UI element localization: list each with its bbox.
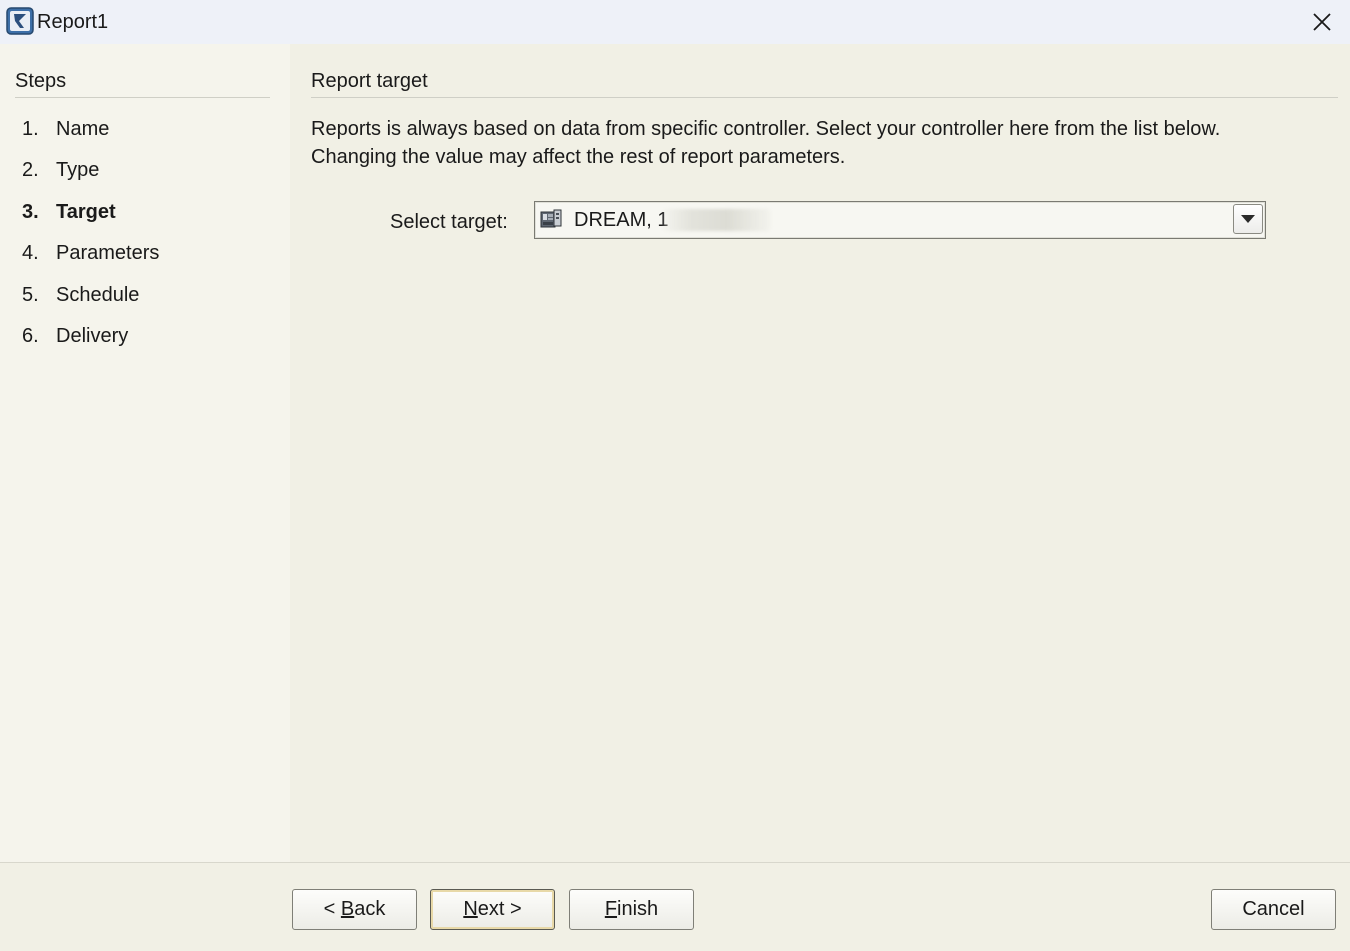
back-button[interactable]: < Back [292, 889, 417, 930]
close-icon [1313, 13, 1331, 31]
section-title: Report target [311, 70, 428, 92]
step-label: Type [56, 159, 100, 181]
description: Reports is always based on data from spe… [311, 115, 1311, 171]
finish-mnemonic: F [604, 898, 618, 920]
step-label: Target [56, 201, 116, 223]
app-icon [6, 7, 34, 35]
step-target: 3. Target [22, 198, 116, 226]
dropdown-button[interactable] [1233, 204, 1263, 234]
next-mnemonic: N [463, 898, 478, 920]
chevron-down-icon [1241, 215, 1255, 223]
target-select[interactable]: DREAM, 1 [534, 201, 1266, 239]
main-content: Report target Reports is always based on… [290, 44, 1350, 862]
step-label: Delivery [56, 325, 129, 347]
step-name: 1. Name [22, 115, 109, 143]
step-parameters: 4. Parameters [22, 239, 159, 267]
window-title: Report1 [37, 11, 109, 33]
back-prefix: < [323, 898, 341, 920]
next-button[interactable]: Next > [430, 889, 555, 930]
controller-icon [540, 209, 562, 228]
back-rest: ack [354, 898, 386, 920]
steps-divider [15, 97, 270, 98]
steps-panel: Steps 1. Name 2. Type 3. Target 4. Parameter… [0, 44, 290, 862]
cancel-button[interactable]: Cancel [1211, 889, 1336, 930]
step-label: Schedule [56, 284, 140, 306]
redacted-area [663, 209, 771, 231]
description-line-1: Reports is always based on data from spe… [311, 118, 1221, 140]
step-schedule: 5. Schedule [22, 281, 139, 309]
step-delivery: 6. Delivery [22, 322, 128, 350]
step-label: Name [56, 118, 110, 140]
step-number: 3. [22, 201, 39, 223]
description-line-2: Changing the value may affect the rest o… [311, 146, 846, 168]
steps-heading: Steps [15, 70, 67, 92]
footer: < Back Next > Finish Cancel [0, 863, 1350, 951]
step-number: 1. [22, 118, 39, 140]
step-type: 2. Type [22, 156, 99, 184]
step-number: 4. [22, 242, 39, 264]
target-value: DREAM, 1 [574, 209, 669, 231]
section-divider [311, 97, 1338, 98]
step-number: 5. [22, 284, 39, 306]
finish-rest: inish [617, 898, 659, 920]
step-label: Parameters [56, 242, 160, 264]
title-bar: Report1 [0, 0, 1350, 44]
close-button[interactable] [1294, 0, 1350, 44]
back-mnemonic: B [340, 898, 355, 920]
next-rest: ext > [477, 898, 522, 920]
finish-button[interactable]: Finish [569, 889, 694, 930]
step-number: 6. [22, 325, 39, 347]
step-number: 2. [22, 159, 39, 181]
select-target-label: Select target: [390, 211, 508, 233]
